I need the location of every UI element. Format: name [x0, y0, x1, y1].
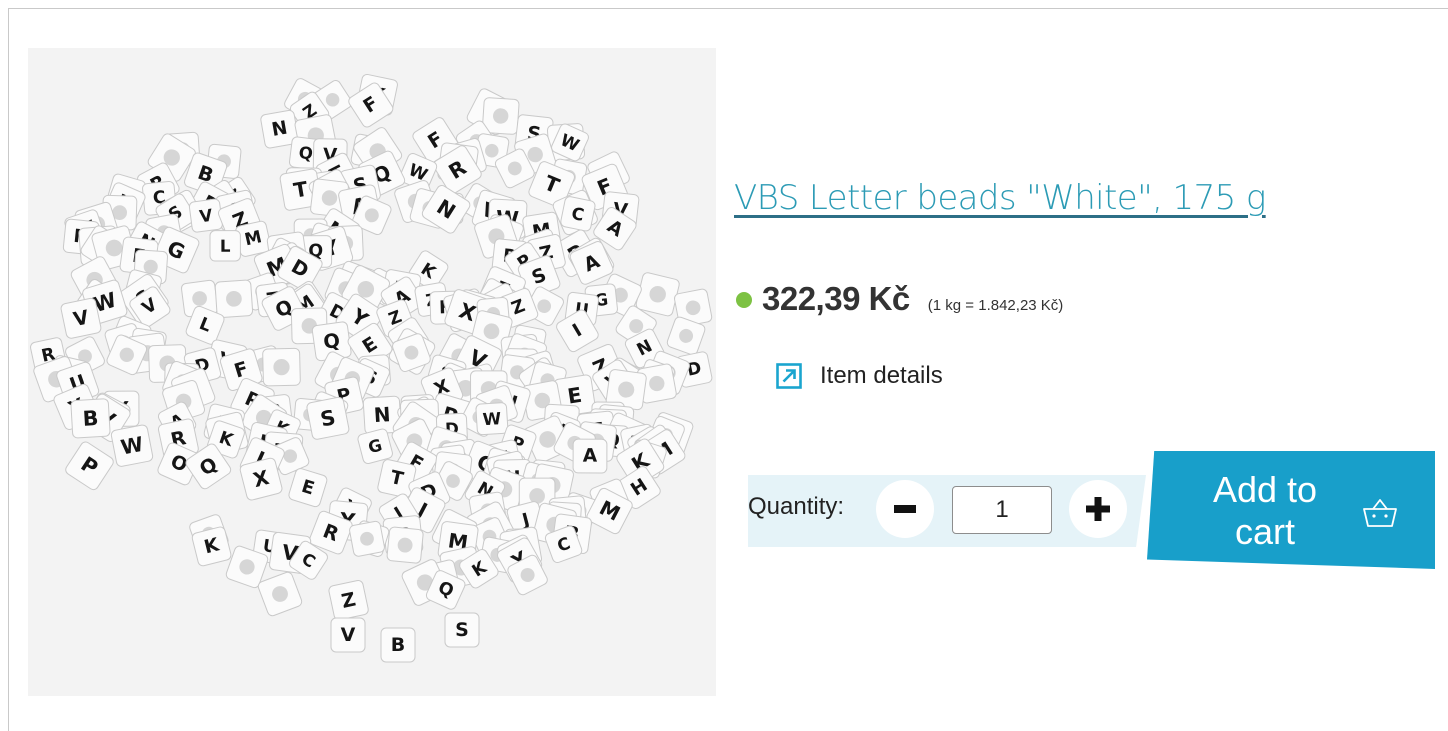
letter-beads-photo: KFZTNSFKWYQVDRWBQTRTSPFFTAZCHJRAJNVSWYCS…: [30, 73, 713, 663]
bead: E: [288, 468, 328, 508]
svg-text:B: B: [82, 406, 99, 431]
bead: [386, 526, 424, 564]
minus-icon: [894, 505, 916, 513]
quantity-decrease-button[interactable]: [876, 480, 934, 538]
product-title-link[interactable]: VBS Letter beads "White", 175 g: [734, 174, 1266, 222]
external-link-icon: [776, 363, 802, 389]
svg-text:Q: Q: [322, 329, 342, 354]
item-details-label: Item details: [820, 362, 943, 389]
svg-text:S: S: [455, 619, 469, 641]
basket-icon: [1363, 499, 1397, 527]
item-details-link[interactable]: Item details: [776, 362, 943, 390]
price: 322,39 Kč: [762, 280, 910, 317]
bead: [214, 279, 254, 318]
in-stock-dot-icon: [736, 292, 752, 308]
bead: B: [70, 398, 111, 439]
unit-price: (1 kg = 1.842,23 Kč): [927, 297, 1064, 314]
quantity-increase-button[interactable]: [1069, 480, 1127, 538]
bead: C: [560, 196, 596, 232]
bead: [262, 347, 301, 387]
svg-text:A: A: [583, 446, 598, 467]
quantity-label: Quantity:: [748, 493, 845, 520]
svg-text:N: N: [373, 403, 391, 427]
svg-text:B: B: [391, 634, 405, 656]
add-to-cart-label: Add to cart: [1212, 469, 1318, 552]
bead: W: [110, 424, 154, 467]
add-to-cart-button[interactable]: Add to cart: [1147, 451, 1435, 569]
bead: V: [60, 297, 102, 339]
price-row: 322,39 Kč (1 kg = 1.842,23 Kč): [736, 280, 1063, 318]
svg-text:W: W: [119, 432, 145, 460]
plus-icon: [1086, 497, 1110, 521]
bead: W: [475, 402, 509, 436]
svg-text:L: L: [220, 236, 231, 256]
bead: V: [188, 198, 223, 233]
bead: P: [65, 441, 114, 491]
product-image[interactable]: KFZTNSFKWYQVDRWBQTRTSPFFTAZCHJRAJNVSWYCS…: [28, 48, 716, 696]
svg-text:V: V: [341, 624, 356, 646]
bead: Z: [328, 580, 369, 621]
svg-text:W: W: [482, 408, 502, 429]
bead: L: [209, 230, 241, 262]
bead: [349, 520, 385, 557]
bead: [635, 272, 680, 317]
quantity-input[interactable]: [952, 486, 1052, 534]
bead: A: [572, 438, 608, 474]
svg-text:Q: Q: [298, 143, 314, 164]
loose-bead-b: B: [380, 627, 416, 663]
loose-bead-s: S: [444, 612, 480, 648]
svg-text:V: V: [198, 205, 213, 227]
loose-bead-v: V: [330, 617, 366, 653]
bead: S: [306, 396, 350, 440]
bead: [257, 571, 303, 617]
